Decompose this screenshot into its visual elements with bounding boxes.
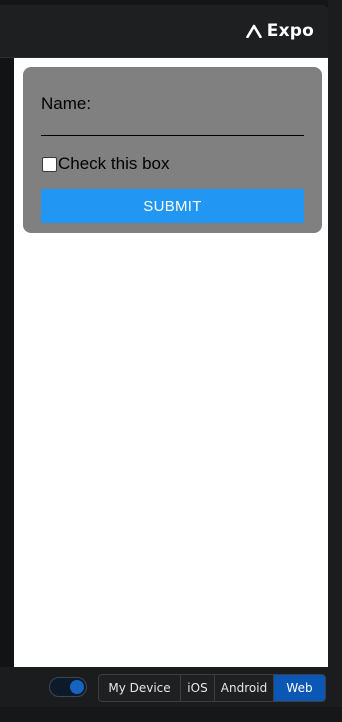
header-bar: Expo: [0, 5, 328, 58]
bottom-band: [0, 707, 342, 722]
tab-my-device[interactable]: My Device: [99, 675, 181, 701]
submit-button[interactable]: SUBMIT: [41, 189, 304, 223]
checkbox-label[interactable]: Check this box: [58, 154, 170, 174]
snack-frame: Expo Name: Check this box SUBMIT My Devi…: [0, 0, 342, 722]
checkbox-row[interactable]: Check this box: [41, 154, 170, 174]
expo-brand[interactable]: Expo: [245, 5, 314, 57]
brand-label: Expo: [266, 21, 314, 41]
expo-caret-icon: [245, 24, 262, 38]
name-label: Name:: [41, 94, 92, 113]
web-preview: Name: Check this box SUBMIT: [14, 58, 328, 667]
tab-ios[interactable]: iOS: [181, 675, 215, 701]
tab-android[interactable]: Android: [215, 675, 274, 701]
tab-web[interactable]: Web: [274, 675, 325, 701]
scrollbar-track: [328, 0, 342, 722]
toggle-knob: [70, 680, 84, 694]
form-card: Name: Check this box SUBMIT: [23, 67, 322, 233]
theme-toggle[interactable]: [49, 677, 87, 697]
platform-toolbar: My Device iOS Android Web: [0, 667, 328, 707]
check-this-box-checkbox[interactable]: [42, 156, 57, 172]
name-input[interactable]: [41, 115, 304, 136]
platform-selector: My Device iOS Android Web: [98, 674, 326, 702]
editor-edge: [0, 58, 14, 667]
